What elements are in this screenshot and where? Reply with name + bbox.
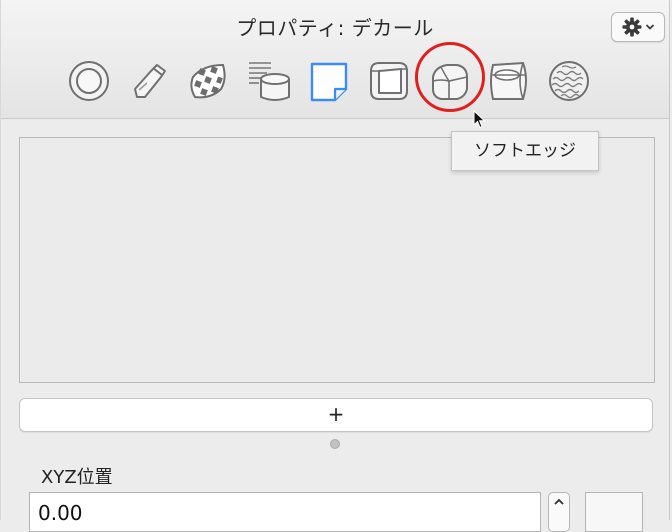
mouse-cursor-icon bbox=[473, 110, 486, 129]
chevron-up-icon bbox=[554, 498, 564, 505]
gear-icon bbox=[622, 17, 642, 37]
decal-note-icon bbox=[310, 62, 348, 102]
decal-list[interactable] bbox=[19, 137, 655, 383]
highlight-circle bbox=[415, 42, 485, 112]
tab-rounded-box[interactable] bbox=[367, 58, 411, 104]
tube-icon bbox=[134, 64, 166, 98]
tab-decal[interactable] bbox=[307, 58, 351, 104]
tab-bumpy-ball[interactable] bbox=[547, 58, 591, 104]
bumpy-ball-icon bbox=[549, 61, 589, 101]
chevron-down-icon bbox=[645, 24, 655, 30]
gear-menu-button[interactable] bbox=[611, 12, 665, 42]
tab-checker-texture[interactable] bbox=[187, 58, 231, 104]
tab-panel-sphere[interactable] bbox=[487, 58, 531, 104]
color-swatch[interactable] bbox=[585, 492, 643, 532]
tab-list-cylinder[interactable] bbox=[247, 58, 291, 104]
list-cylinder-icon bbox=[249, 62, 290, 101]
rings-icon bbox=[69, 61, 109, 101]
resize-handle[interactable] bbox=[330, 439, 340, 449]
add-button[interactable]: + bbox=[19, 398, 653, 432]
tab-tube[interactable] bbox=[127, 58, 171, 104]
properties-panel: プロパティ: デカール ソフトエッジ + XYZ位置 0.00 bbox=[0, 0, 670, 532]
tab-rings[interactable] bbox=[67, 58, 111, 104]
rounded-box-icon bbox=[370, 62, 408, 100]
tooltip: ソフトエッジ bbox=[451, 131, 599, 171]
panel-title: プロパティ: デカール bbox=[236, 16, 434, 40]
xyz-position-label: XYZ位置 bbox=[41, 467, 113, 488]
checker-texture-icon bbox=[190, 63, 226, 99]
panel-sphere-icon bbox=[490, 61, 527, 100]
property-tab-bar bbox=[1, 58, 669, 104]
x-position-stepper[interactable] bbox=[548, 492, 570, 532]
x-position-field[interactable]: 0.00 bbox=[29, 492, 541, 532]
panel-header: プロパティ: デカール bbox=[1, 0, 669, 119]
